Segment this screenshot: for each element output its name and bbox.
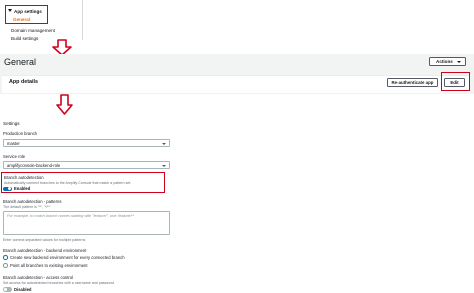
access-control-toggle[interactable] xyxy=(3,287,12,292)
radio-create-new-backend-label: Create new backend environment for every… xyxy=(10,255,125,260)
highlight-box-edit xyxy=(441,72,470,91)
highlight-box-autodetection xyxy=(1,172,165,193)
page-title: General xyxy=(4,57,37,67)
radio-create-new-backend[interactable] xyxy=(3,255,8,260)
app-details-title: App details xyxy=(9,79,39,85)
caret-down-icon xyxy=(162,142,166,145)
access-control-toggle-label: Disabled xyxy=(14,286,32,292)
production-branch-label: Production branch xyxy=(3,131,37,136)
radio-point-existing-env[interactable] xyxy=(3,263,8,268)
access-control-description: Set access for autodetected branches wit… xyxy=(3,281,115,285)
nav-item-domain-management[interactable]: Domain management xyxy=(11,28,55,33)
reauthenticate-app-button[interactable]: Re-authenticate app xyxy=(387,78,438,87)
backend-env-label: Branch autodetection - backend environme… xyxy=(3,248,87,253)
highlight-box-nav xyxy=(5,5,48,24)
caret-down-icon xyxy=(162,164,166,167)
production-branch-select[interactable]: master xyxy=(3,139,170,147)
actions-dropdown-button[interactable]: Actions xyxy=(429,57,466,66)
settings-section-title: Settings xyxy=(3,121,20,126)
service-role-label: Service role xyxy=(3,154,26,159)
access-control-label: Branch autodetection - access control xyxy=(3,275,74,280)
patterns-hint: Enter comma separated values for multipl… xyxy=(3,238,86,242)
service-role-select[interactable]: amplifyconsole-backend-role xyxy=(3,161,170,169)
patterns-textarea[interactable]: For example, to match branch names start… xyxy=(3,211,170,235)
caret-down-icon xyxy=(457,61,461,63)
patterns-label: Branch autodetection - patterns xyxy=(3,199,62,204)
annotation-down-arrow-icon xyxy=(56,94,73,115)
nav-divider xyxy=(82,0,83,40)
patterns-description: The default pattern is '**', '*/**' xyxy=(3,205,51,209)
nav-item-build-settings[interactable]: Build settings xyxy=(11,36,38,41)
radio-point-existing-env-label: Point all branches to existing environme… xyxy=(10,263,88,268)
